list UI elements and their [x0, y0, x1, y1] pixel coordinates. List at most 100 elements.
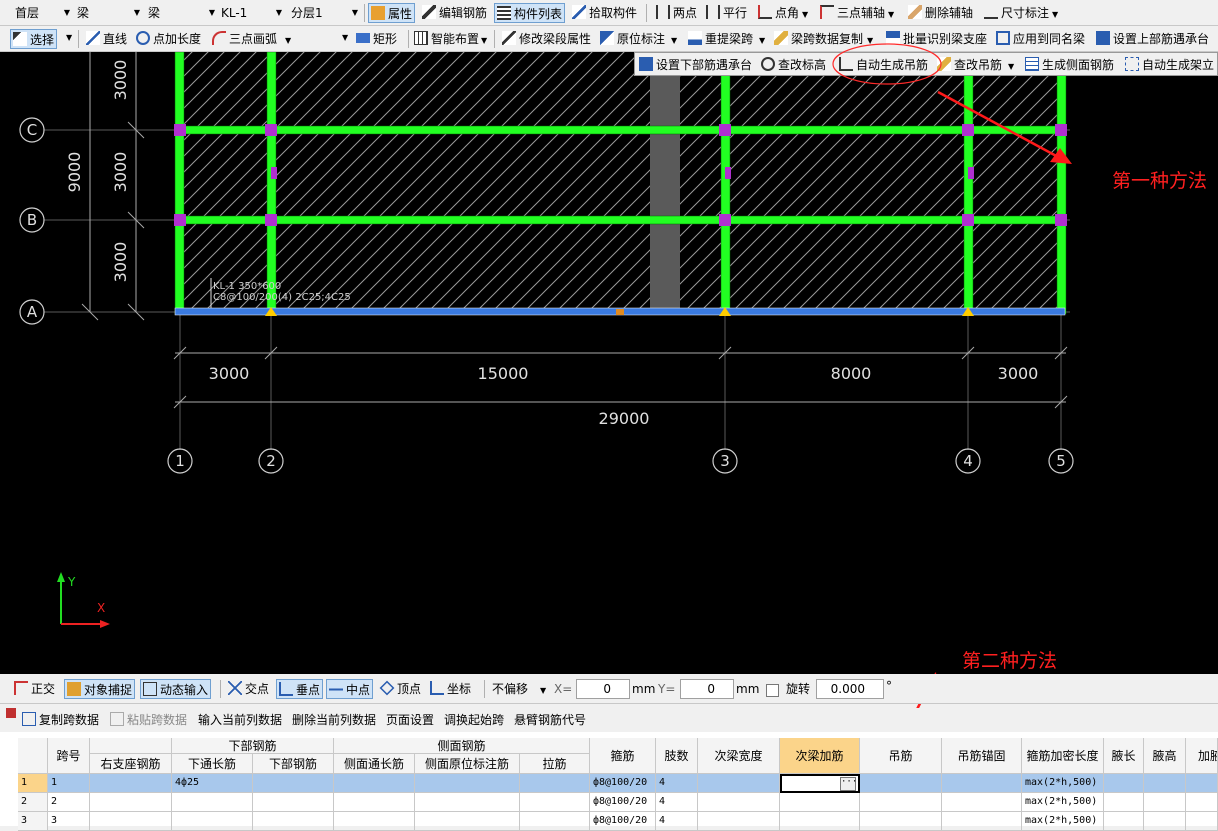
cell-hanger-anchor[interactable] — [942, 774, 1022, 793]
cell-bottom-rebar[interactable] — [253, 774, 334, 793]
cell-tie[interactable] — [520, 812, 590, 831]
cell-side-origin[interactable] — [415, 812, 520, 831]
x-label: X= — [554, 682, 573, 696]
paste-span-button[interactable]: 粘贴跨数据 — [110, 710, 187, 730]
cell-hanger[interactable] — [860, 774, 942, 793]
cell-hanger[interactable] — [860, 793, 942, 812]
col-header-dense-len[interactable]: 箍筋加密长度 — [1022, 738, 1104, 774]
hanger-highlight-ellipse — [832, 43, 942, 85]
y-input[interactable]: 0 — [680, 679, 734, 699]
col-header-extra[interactable]: 加腋 — [1186, 738, 1218, 774]
annotation-method-2: 第二种方法 — [962, 650, 1058, 672]
col-header-stirrup[interactable]: 箍筋 — [590, 738, 656, 774]
intersection-snap[interactable]: 交点 — [228, 679, 269, 699]
cell-side-origin[interactable] — [415, 774, 520, 793]
col-header-hanger-anchor[interactable]: 吊筋锚固 — [942, 738, 1022, 774]
delete-col-button[interactable]: 删除当前列数据 — [292, 710, 376, 730]
cell-extra[interactable] — [1186, 812, 1218, 831]
col-header-span[interactable]: 跨号 — [48, 738, 90, 774]
cell-span[interactable]: 2 — [48, 793, 90, 812]
rotate-checkbox[interactable] — [766, 684, 779, 697]
cell-hanger[interactable] — [860, 812, 942, 831]
dynamic-input-toggle[interactable]: 动态输入 — [140, 679, 212, 699]
input-col-button[interactable]: 输入当前列数据 — [198, 710, 282, 730]
cell-bottom-through[interactable] — [172, 793, 253, 812]
cell-sec-width[interactable] — [698, 774, 780, 793]
cell-sec-add[interactable] — [780, 793, 860, 812]
cell-stirrup[interactable]: ф8@100/20 — [590, 812, 656, 831]
cell-side-through[interactable] — [334, 774, 415, 793]
col-header-right-support[interactable]: 右支座钢筋 — [90, 754, 172, 774]
cell-sec-add-editing[interactable]: ··· — [780, 774, 860, 793]
cell-sec-add[interactable] — [780, 812, 860, 831]
cell-sec-width[interactable] — [698, 793, 780, 812]
offset-select[interactable]: 不偏移 ▼ — [492, 679, 546, 699]
cell-legs[interactable]: 4 — [656, 793, 698, 812]
cell-haunch-len[interactable] — [1104, 812, 1144, 831]
cell-haunch-h[interactable] — [1144, 774, 1186, 793]
cell-side-through[interactable] — [334, 812, 415, 831]
row-index[interactable]: 1 — [18, 774, 48, 793]
cell-dense-len[interactable]: max(2*h,500) — [1022, 774, 1104, 793]
midpoint-snap[interactable]: 中点 — [326, 679, 374, 699]
cell-bottom-through[interactable]: 4ф25 — [172, 774, 253, 793]
cell-haunch-len[interactable] — [1104, 793, 1144, 812]
cell-stirrup[interactable]: ф8@100/20 — [590, 774, 656, 793]
col-header-side-through[interactable]: 侧面通长筋 — [334, 754, 415, 774]
perpendicular-snap[interactable]: 垂点 — [276, 679, 324, 699]
cell-right-support[interactable] — [90, 774, 172, 793]
col-header-bottom-through[interactable]: 下通长筋 — [172, 754, 253, 774]
cell-bottom-rebar[interactable] — [253, 812, 334, 831]
col-header-haunch-len[interactable]: 腋长 — [1104, 738, 1144, 774]
page-setup-button[interactable]: 页面设置 — [386, 710, 434, 730]
cell-legs[interactable]: 4 — [656, 812, 698, 831]
cell-side-origin[interactable] — [415, 793, 520, 812]
row-index[interactable]: 3 — [18, 812, 48, 831]
cell-bottom-rebar[interactable] — [253, 793, 334, 812]
cell-legs[interactable]: 4 — [656, 774, 698, 793]
panel-corner-icon[interactable] — [6, 708, 16, 718]
cell-tie[interactable] — [520, 793, 590, 812]
vertex-snap[interactable]: 顶点 — [379, 679, 421, 699]
cell-side-through[interactable] — [334, 793, 415, 812]
x-input[interactable]: 0 — [576, 679, 630, 699]
object-snap-toggle[interactable]: 对象捕捉 — [64, 679, 136, 699]
col-header-hanger[interactable]: 吊筋 — [860, 738, 942, 774]
ortho-toggle[interactable]: 正交 — [14, 679, 55, 699]
cell-hanger-anchor[interactable] — [942, 812, 1022, 831]
cell-right-support[interactable] — [90, 812, 172, 831]
cell-dense-len[interactable]: max(2*h,500) — [1022, 812, 1104, 831]
cell-bottom-through[interactable] — [172, 812, 253, 831]
coordinate-snap[interactable]: 坐标 — [430, 679, 471, 699]
col-header-bottom-rebar[interactable]: 下部钢筋 — [253, 754, 334, 774]
degree-symbol: ° — [886, 679, 892, 693]
col-header-side-origin[interactable]: 侧面原位标注筋 — [415, 754, 520, 774]
copy-span-button[interactable]: 复制跨数据 — [22, 710, 99, 730]
cell-tie[interactable] — [520, 774, 590, 793]
cantilever-button[interactable]: 悬臂钢筋代号 — [514, 710, 586, 730]
cell-extra[interactable] — [1186, 774, 1218, 793]
cell-right-support[interactable] — [90, 793, 172, 812]
cell-extra[interactable] — [1186, 793, 1218, 812]
row-index[interactable]: 2 — [18, 793, 48, 812]
cell-stirrup[interactable]: ф8@100/20 — [590, 793, 656, 812]
rotate-input[interactable]: 0.000 — [816, 679, 884, 699]
col-header-sec-add[interactable]: 次梁加筋 — [780, 738, 860, 774]
cell-span[interactable]: 3 — [48, 812, 90, 831]
cell-span[interactable]: 1 — [48, 774, 90, 793]
cell-hanger-anchor[interactable] — [942, 793, 1022, 812]
cell-haunch-h[interactable] — [1144, 793, 1186, 812]
col-header-sec-width[interactable]: 次梁宽度 — [698, 738, 780, 774]
col-header-tie[interactable]: 拉筋 — [520, 754, 590, 774]
ellipsis-button[interactable]: ··· — [840, 777, 857, 791]
cell-dense-len[interactable]: max(2*h,500) — [1022, 793, 1104, 812]
cell-haunch-len[interactable] — [1104, 774, 1144, 793]
annotation-method-1: 第一种方法 — [1112, 170, 1208, 192]
swap-start-button[interactable]: 调换起始跨 — [444, 710, 504, 730]
col-header-legs[interactable]: 肢数 — [656, 738, 698, 774]
cell-haunch-h[interactable] — [1144, 812, 1186, 831]
col-header-haunch-h[interactable]: 腋高 — [1144, 738, 1186, 774]
ortho-icon — [14, 681, 28, 695]
cell-sec-width[interactable] — [698, 812, 780, 831]
col-group-bottom: 下部钢筋 — [172, 738, 334, 754]
